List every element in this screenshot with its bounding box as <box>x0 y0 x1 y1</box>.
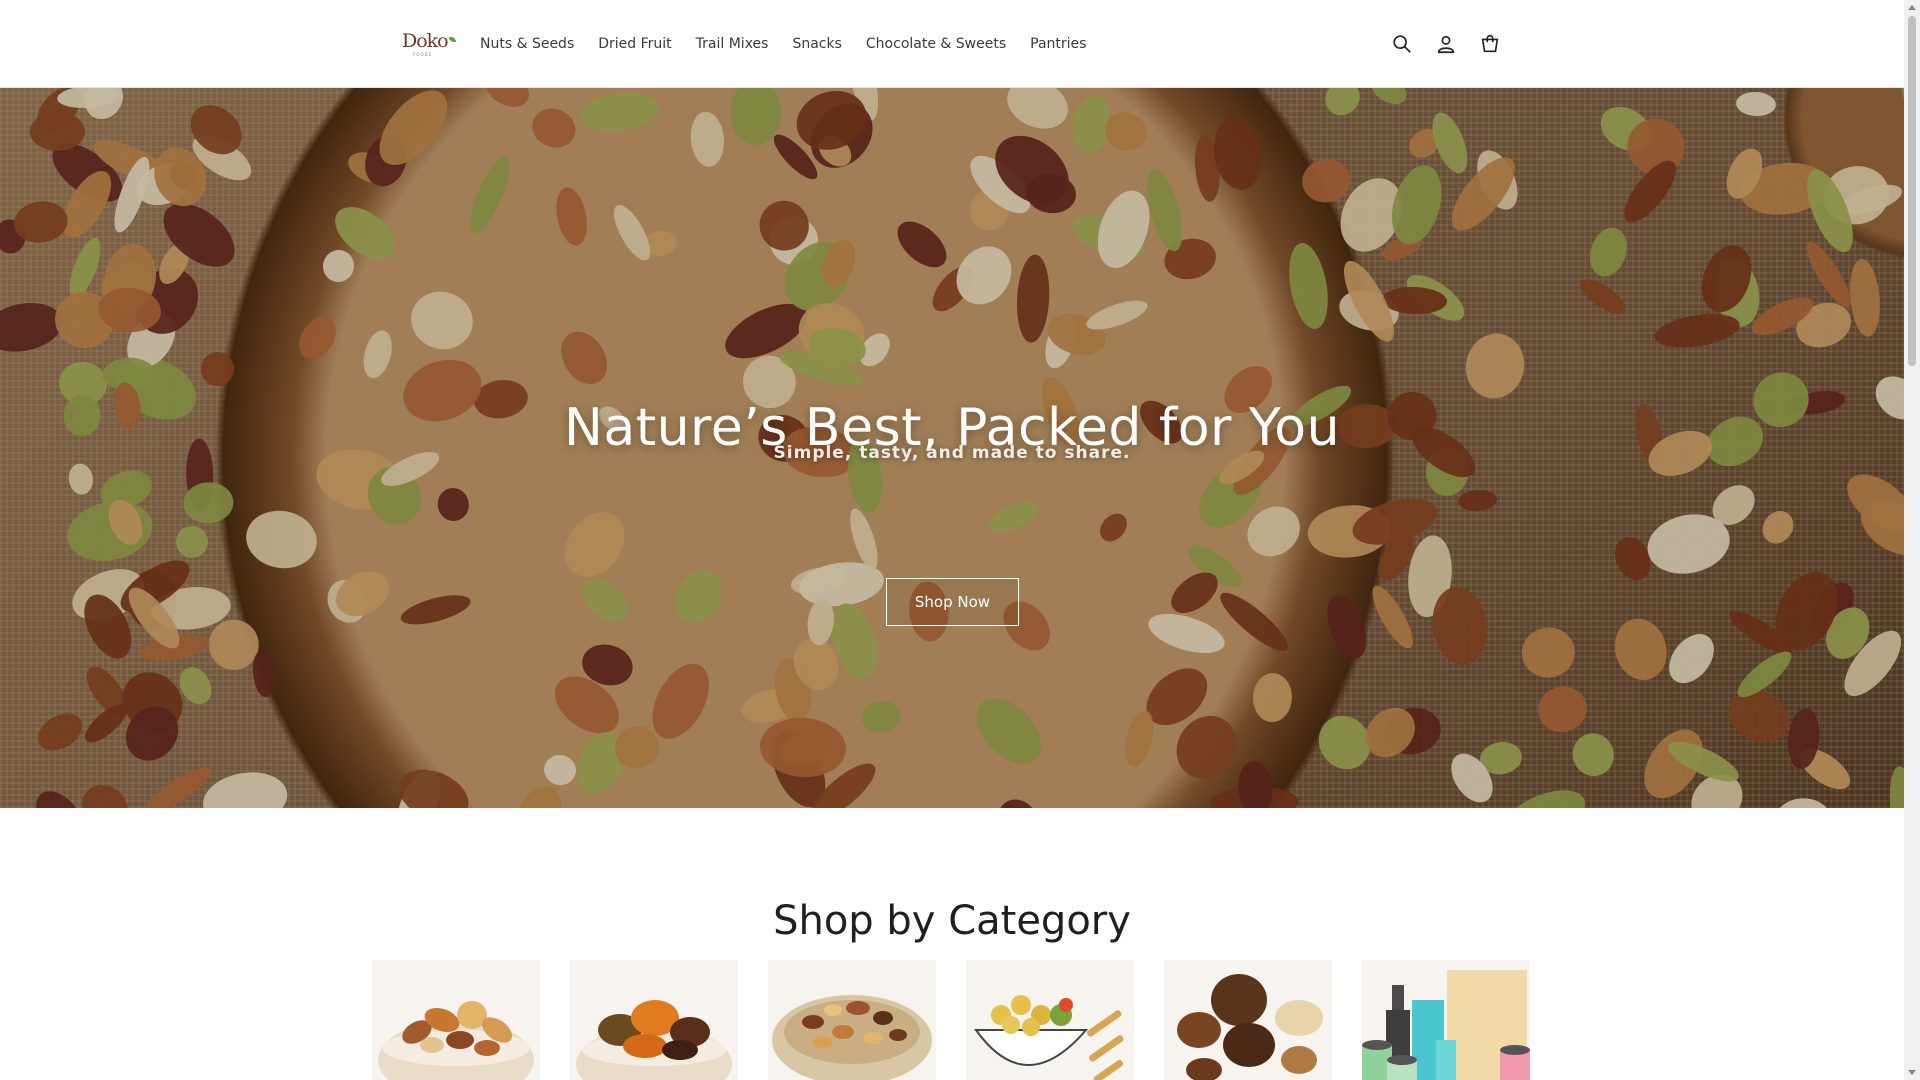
category-card-trail-mixes[interactable] <box>768 960 936 1080</box>
mixed-nuts-bowl-icon <box>378 1001 534 1080</box>
nav-chocolate-sweets[interactable]: Chocolate & Sweets <box>866 36 1006 52</box>
account-button[interactable] <box>1424 28 1468 60</box>
category-card-nuts-seeds[interactable] <box>372 960 540 1080</box>
cart-icon <box>1481 34 1499 53</box>
page-scrollbar[interactable] <box>1904 0 1920 1080</box>
category-section-title: Shop by Category <box>773 898 1131 945</box>
category-card-chocolate-sweets[interactable] <box>1164 960 1332 1080</box>
site-header: Doko FOODS Nuts & Seeds Dried Fruit Trai… <box>0 0 1904 88</box>
main-nav: Nuts & Seeds Dried Fruit Trail Mixes Sna… <box>480 0 1110 87</box>
nav-trail-mixes[interactable]: Trail Mixes <box>696 36 769 52</box>
shop-now-button[interactable]: Shop Now <box>886 578 1019 626</box>
logo-subtext: FOODS <box>413 52 433 57</box>
dried-fruit-bowl-icon <box>576 1000 732 1080</box>
search-icon <box>1393 35 1411 53</box>
account-icon <box>1437 35 1455 54</box>
scrollbar-thumb[interactable] <box>1908 16 1916 366</box>
category-card-snacks[interactable] <box>966 960 1134 1080</box>
snacks-icon <box>974 995 1124 1080</box>
category-card-dried-fruit[interactable] <box>570 960 738 1080</box>
nav-snacks[interactable]: Snacks <box>792 36 841 52</box>
nav-pantries[interactable]: Pantries <box>1030 36 1086 52</box>
cart-button[interactable] <box>1468 28 1512 60</box>
category-card-pantries[interactable] <box>1362 960 1530 1080</box>
scroll-up-arrow-icon[interactable] <box>1908 5 1916 10</box>
trail-mix-bowl-icon <box>772 995 932 1080</box>
scroll-down-arrow-icon[interactable] <box>1908 1070 1916 1075</box>
category-grid <box>372 960 1560 1080</box>
chocolate-sweets-icon <box>1177 974 1323 1080</box>
header-actions <box>1380 28 1512 60</box>
hero-subtitle: Simple, tasty, and made to share. <box>773 443 1131 463</box>
brand-logo[interactable]: Doko FOODS <box>402 30 456 58</box>
nav-nuts-seeds[interactable]: Nuts & Seeds <box>480 36 574 52</box>
pantry-items-icon <box>1362 970 1530 1080</box>
logo-leaf-icon <box>449 37 456 42</box>
hero-banner: Nature’s Best, Packed for You Simple, ta… <box>0 88 1904 808</box>
nav-dried-fruit[interactable]: Dried Fruit <box>598 36 671 52</box>
logo-wordmark: Doko <box>402 30 449 52</box>
search-button[interactable] <box>1380 28 1424 60</box>
